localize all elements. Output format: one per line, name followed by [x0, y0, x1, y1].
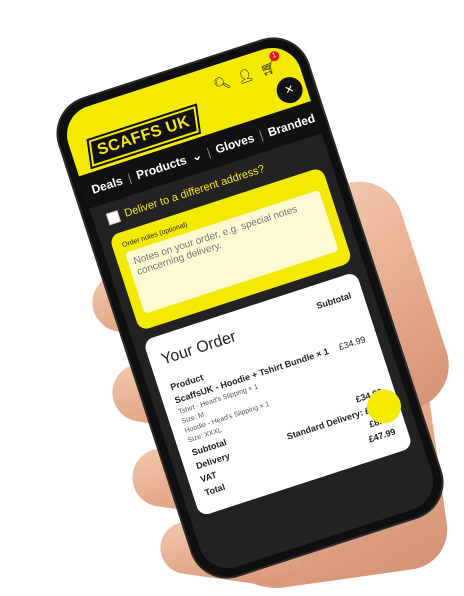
nav-item-gloves[interactable]: Gloves: [214, 131, 256, 157]
nav-item-deals[interactable]: Deals: [90, 174, 125, 197]
close-icon[interactable]: ✕: [273, 73, 306, 107]
header-icons: 🔍︎ 👤︎ 🛒︎ 1: [212, 49, 281, 94]
total-label: Total: [203, 481, 227, 498]
phone-screen: 🔍︎ 👤︎ 🛒︎ 1 SCAFFS UK ✕ Deals | Products ⌄…: [59, 40, 441, 576]
nav-divider: |: [204, 145, 213, 160]
nav-item-branded[interactable]: Branded: [266, 111, 317, 139]
nav-divider: |: [257, 127, 265, 143]
search-icon[interactable]: 🔍︎: [212, 74, 233, 94]
chevron-down-icon[interactable]: ⌄: [190, 148, 204, 164]
nav-divider: |: [125, 170, 134, 186]
account-icon[interactable]: 👤︎: [235, 66, 256, 86]
vat-label: VAT: [199, 469, 219, 485]
cart-count-badge: 1: [268, 49, 281, 63]
cart-icon[interactable]: 🛒︎ 1: [258, 49, 281, 78]
nav-item-products[interactable]: Products: [135, 153, 189, 182]
different-address-checkbox[interactable]: [105, 210, 121, 226]
